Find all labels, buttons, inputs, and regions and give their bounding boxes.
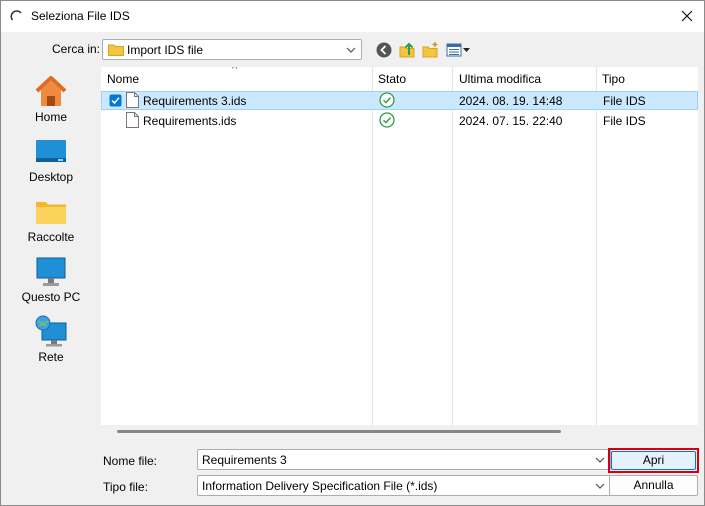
view-menu-icon	[446, 43, 470, 57]
file-row[interactable]: Requirements.ids 2024. 07. 15. 22:40 Fil…	[101, 111, 698, 130]
file-type-label: Tipo file:	[103, 480, 148, 494]
back-button[interactable]	[375, 41, 395, 59]
chevron-down-icon	[346, 47, 356, 53]
column-header-label: Nome	[107, 72, 140, 86]
file-icon	[126, 92, 139, 108]
place-label: Raccolte	[27, 230, 75, 244]
new-folder-button[interactable]	[422, 41, 442, 59]
column-header-type[interactable]: Tipo	[597, 67, 698, 91]
column-header-label: Ultima modifica	[459, 72, 542, 86]
file-type: File IDS	[603, 114, 646, 128]
desktop-icon	[36, 140, 66, 162]
network-icon	[35, 315, 67, 347]
file-type: File IDS	[603, 94, 646, 108]
sort-ascending-icon: ^	[232, 67, 238, 75]
folder-icon	[36, 202, 66, 224]
file-list[interactable]: Nome ^ Stato Ultima modifica Tipo Requir…	[101, 67, 698, 425]
look-in-label: Cerca in:	[52, 42, 101, 56]
check-circle-icon	[379, 92, 395, 108]
column-header-label: Stato	[378, 72, 407, 86]
window-title: Seleziona File IDS	[31, 9, 130, 23]
look-in-combo[interactable]: Import IDS file	[102, 39, 362, 60]
chevron-down-icon	[595, 483, 605, 489]
file-name-label: Nome file:	[103, 454, 158, 468]
horizontal-scrollbar[interactable]	[101, 425, 698, 439]
up-folder-button[interactable]	[399, 41, 419, 59]
places-bar: Home Desktop Raccolte Questo PC Rete	[5, 67, 97, 425]
new-folder-icon	[422, 42, 438, 58]
loading-arc-icon	[10, 10, 22, 21]
column-header-modified[interactable]: Ultima modifica	[453, 67, 597, 91]
column-header-name[interactable]: Nome ^	[101, 67, 372, 91]
open-button-highlight	[608, 448, 699, 473]
file-name: Requirements 3.ids	[143, 94, 247, 108]
place-home[interactable]: Home	[5, 71, 97, 129]
home-icon	[35, 76, 67, 106]
close-icon	[681, 10, 693, 22]
file-name-input[interactable]: Requirements 3	[202, 453, 287, 467]
file-type-combo[interactable]: Information Delivery Specification File …	[197, 475, 611, 496]
close-button[interactable]	[674, 4, 700, 28]
file-modified: 2024. 08. 19. 14:48	[459, 94, 563, 108]
up-folder-icon	[399, 42, 415, 58]
place-desktop[interactable]: Desktop	[5, 131, 97, 189]
place-collections[interactable]: Raccolte	[5, 191, 97, 249]
look-in-value: Import IDS file	[127, 43, 204, 57]
cancel-button[interactable]: Annulla	[609, 475, 698, 496]
back-icon	[376, 42, 392, 58]
file-name-combo[interactable]: Requirements 3	[197, 449, 611, 470]
check-circle-icon	[379, 112, 395, 128]
view-menu-button[interactable]	[446, 41, 472, 59]
place-network[interactable]: Rete	[5, 311, 97, 369]
folder-icon	[108, 44, 124, 56]
file-name: Requirements.ids	[143, 114, 237, 128]
file-row[interactable]: Requirements 3.ids 2024. 08. 19. 14:48 F…	[101, 91, 698, 110]
file-dialog: Seleziona File IDS Cerca in: Import IDS …	[0, 0, 705, 506]
checkbox-checked-icon[interactable]	[109, 94, 122, 107]
column-header-status[interactable]: Stato	[373, 67, 453, 91]
place-this-pc[interactable]: Questo PC	[5, 251, 97, 309]
title-bar: Seleziona File IDS	[1, 1, 704, 32]
place-label: Desktop	[28, 170, 74, 184]
column-header-label: Tipo	[602, 72, 625, 86]
scrollbar-thumb[interactable]	[117, 430, 561, 433]
chevron-down-icon[interactable]	[594, 454, 606, 466]
file-icon	[126, 112, 139, 128]
place-label: Home	[34, 110, 67, 124]
computer-icon	[36, 257, 66, 286]
file-type-value: Information Delivery Specification File …	[202, 479, 438, 493]
file-modified: 2024. 07. 15. 22:40	[459, 114, 563, 128]
place-label: Questo PC	[21, 290, 81, 304]
place-label: Rete	[38, 350, 64, 364]
